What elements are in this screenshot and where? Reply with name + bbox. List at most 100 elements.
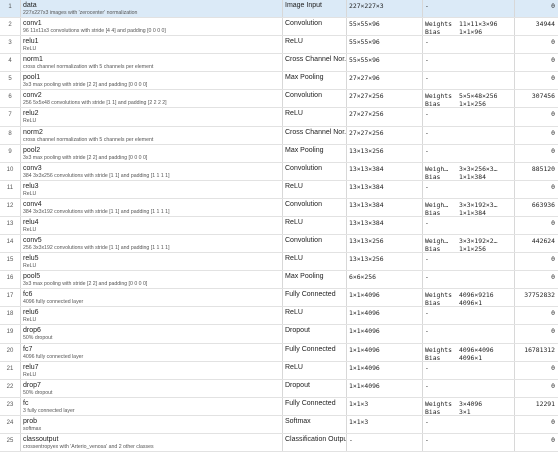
table-row[interactable]: 16 pool5 3x3 max pooling with stride [2 2]… xyxy=(0,271,558,289)
layer-name: conv5 xyxy=(23,237,42,244)
layer-learnables: Weights 4096×9216 Bias 4096×1 xyxy=(422,289,514,306)
layer-activations: 1×1×4096 xyxy=(349,364,380,372)
table-row[interactable]: 2 conv1 96 11x11x3 convolutions with strid… xyxy=(0,18,558,36)
learnable-entry: - xyxy=(425,147,514,155)
learnable-size xyxy=(459,382,514,390)
layer-name: fc7 xyxy=(23,346,33,353)
learnable-name: - xyxy=(425,183,429,191)
table-row[interactable]: 13 relu4 ReLU ReLU 13×13×384-0 xyxy=(0,217,558,235)
layer-description: 227x227x3 images with 'zerocenter' norma… xyxy=(23,10,138,16)
table-row[interactable]: 4 norm1 cross channel normalization with 5… xyxy=(0,54,558,72)
layer-name: fc xyxy=(23,400,29,407)
learnable-size: 1×1×384 xyxy=(459,173,486,180)
layer-type: Convolution xyxy=(285,20,322,27)
table-row[interactable]: 5 pool1 3x3 max pooling with stride [2 2] … xyxy=(0,72,558,90)
learnable-entry: - xyxy=(425,38,514,46)
layer-name: relu4 xyxy=(23,219,39,226)
learnable-entry: Bias 1×1×384 xyxy=(425,173,514,180)
layer-type: Classification Output xyxy=(285,436,346,443)
table-row[interactable]: 21 relu7 ReLU ReLU 1×1×4096-0 xyxy=(0,362,558,380)
table-row[interactable]: 24 prob softmax Softmax 1×1×3-0 xyxy=(0,416,558,434)
layer-description: 384 3x3x192 convolutions with stride [1 … xyxy=(23,209,170,215)
table-row[interactable]: 6 conv2 256 5x5x48 convolutions with strid… xyxy=(0,90,558,108)
learnable-name: Bias xyxy=(425,245,441,252)
layer-type: ReLU xyxy=(285,38,303,45)
table-row[interactable]: 12 conv4 384 3x3x192 convolutions with str… xyxy=(0,199,558,217)
learnable-size xyxy=(459,255,514,263)
table-row[interactable]: 20 fc7 4096 fully connected layer Fully Con… xyxy=(0,344,558,362)
layer-name: relu6 xyxy=(23,309,39,316)
layer-description: 4096 fully connected layer xyxy=(23,354,84,360)
learnable-size xyxy=(459,38,514,46)
learnable-size xyxy=(459,327,514,335)
table-row[interactable]: 7 relu2 ReLU ReLU 27×27×256-0 xyxy=(0,108,558,127)
learnable-entry: Weigh… 3×3×192×2… xyxy=(425,237,514,245)
layer-description: ReLU xyxy=(23,317,37,323)
learnable-size xyxy=(459,273,514,281)
layer-description: softmax xyxy=(23,426,42,432)
learnable-entry: - xyxy=(425,219,514,227)
table-row[interactable]: 23 fc 3 fully connected layer Fully Connect… xyxy=(0,398,558,416)
learnable-size: 4096×1 xyxy=(459,354,483,361)
learnable-name: - xyxy=(425,436,429,444)
layer-activations: 27×27×256 xyxy=(349,129,384,137)
layer-description: ReLU xyxy=(23,191,37,197)
learnable-size xyxy=(459,364,514,372)
layer-learnables: - xyxy=(422,271,514,288)
learnable-name: Bias xyxy=(425,354,441,361)
layer-learnables: - xyxy=(422,36,514,53)
layer-name: conv4 xyxy=(23,201,42,208)
table-row[interactable]: 25 classoutput crossentropyex with 'Arteri… xyxy=(0,434,558,452)
table-row[interactable]: 18 relu6 ReLU ReLU 1×1×4096-0 xyxy=(0,307,558,325)
layer-name: pool1 xyxy=(23,74,41,81)
learnable-entry: Weigh… 3×3×256×3… xyxy=(425,165,514,173)
row-index: 1 xyxy=(8,4,12,10)
layer-type: Fully Connected xyxy=(285,291,336,298)
layer-total-learnables: 442624 xyxy=(531,237,555,245)
table-row[interactable]: 3 relu1 ReLU ReLU 55×55×96-0 xyxy=(0,36,558,54)
layer-activations: 13×13×256 xyxy=(349,237,384,245)
layer-total-learnables: 37752832 xyxy=(524,291,555,299)
table-row[interactable]: 9 pool2 3x3 max pooling with stride [2 2] … xyxy=(0,145,558,163)
layer-description: 3x3 max pooling with stride [2 2] and pa… xyxy=(23,281,148,287)
layer-activations: 13×13×384 xyxy=(349,183,384,191)
layer-name-cell: norm1 cross channel normalization with 5 … xyxy=(20,54,282,71)
layer-learnables: Weigh… 3×3×192×3… Bias 1×1×384 xyxy=(422,199,514,216)
layer-learnables: Weights 4096×4096 Bias 4096×1 xyxy=(422,344,514,361)
table-row[interactable]: 10 conv3 384 3x3x256 convolutions with str… xyxy=(0,163,558,181)
table-row[interactable]: 17 fc6 4096 fully connected layer Fully Con… xyxy=(0,289,558,307)
layer-learnables: - xyxy=(422,217,514,234)
layer-name-cell: data 227x227x3 images with 'zerocenter' n… xyxy=(20,0,282,17)
layer-activations: 1×1×4096 xyxy=(349,309,380,317)
table-row[interactable]: 19 drop6 50% dropout Dropout 1×1×4096-0 xyxy=(0,325,558,344)
layer-name-cell: conv3 384 3x3x256 convolutions with strid… xyxy=(20,163,282,180)
layer-description: ReLU xyxy=(23,227,37,233)
table-row[interactable]: 15 relu5 ReLU ReLU 13×13×256-0 xyxy=(0,253,558,271)
layer-activations: 1×1×4096 xyxy=(349,291,380,299)
layer-activations: 27×27×256 xyxy=(349,92,384,100)
learnable-size: 1×1×384 xyxy=(459,209,486,216)
learnable-entry: - xyxy=(425,74,514,82)
table-row[interactable]: 14 conv5 256 3x3x192 convolutions with str… xyxy=(0,235,558,253)
learnable-name: - xyxy=(425,273,429,281)
learnable-size: 3×3×192×2… xyxy=(459,237,498,245)
table-row[interactable]: 11 relu3 ReLU ReLU 13×13×384-0 xyxy=(0,181,558,199)
table-row[interactable]: 1 data 227x227x3 images with 'zerocenter' … xyxy=(0,0,558,18)
layer-activations: 1×1×3 xyxy=(349,400,369,408)
table-row[interactable]: 8 norm2 cross channel normalization with 5… xyxy=(0,127,558,145)
layer-name-cell: relu4 ReLU xyxy=(20,217,282,234)
layer-description: 50% dropout xyxy=(23,390,53,396)
layer-activations: 27×27×256 xyxy=(349,110,384,118)
layer-name-cell: relu1 ReLU xyxy=(20,36,282,53)
learnable-size: 3×3×192×3… xyxy=(459,201,498,209)
layer-name: relu2 xyxy=(23,110,39,117)
layer-description: cross channel normalization with 5 chann… xyxy=(23,137,154,143)
learnable-name: - xyxy=(425,56,429,64)
learnable-size: 4096×9216 xyxy=(459,291,494,299)
layer-activations: 13×13×256 xyxy=(349,255,384,263)
learnable-name: Bias xyxy=(425,173,441,180)
learnable-name: - xyxy=(425,110,429,118)
layer-type: Fully Connected xyxy=(285,400,336,407)
learnable-entry: - xyxy=(425,309,514,317)
table-row[interactable]: 22 drop7 50% dropout Dropout 1×1×4096-0 xyxy=(0,380,558,398)
